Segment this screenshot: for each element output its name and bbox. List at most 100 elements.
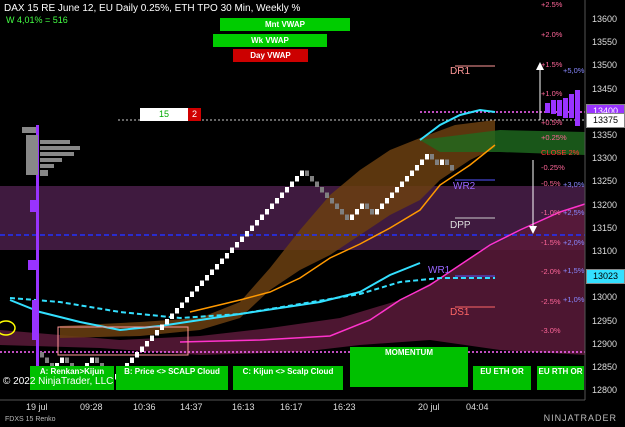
renko-brick-up	[260, 214, 264, 220]
renko-brick-down	[345, 214, 349, 220]
renko-brick-up	[205, 275, 209, 281]
renko-brick-down	[65, 357, 69, 363]
renko-brick-down	[330, 198, 334, 204]
pct-plus-0-25: +0.25%	[541, 133, 567, 142]
ds1-label: DS1	[450, 307, 470, 318]
price-tick-label: 13200	[592, 199, 618, 210]
renko-brick-up	[270, 203, 274, 209]
renko-brick-down	[320, 187, 324, 193]
renko-brick-down	[445, 159, 449, 165]
price-tag-current: 13375	[586, 113, 625, 128]
pct-plus-0-5: +0.5%	[541, 118, 563, 127]
time-tick-label: 16:17	[280, 402, 303, 412]
renko-brick-up	[285, 187, 289, 193]
pct-plus-1-5: +1.5%	[541, 60, 563, 69]
renko-brick-up	[135, 352, 139, 358]
renko-brick-down	[340, 209, 344, 215]
renko-brick-up	[420, 159, 424, 165]
renko-brick-up	[185, 297, 189, 303]
renko-brick-down	[335, 203, 339, 209]
counter-left: 15	[140, 108, 188, 121]
time-tick-label: 04:04	[466, 402, 489, 412]
weekly-range-label: W 4,01% = 516	[6, 15, 68, 25]
renko-brick-up	[175, 308, 179, 314]
renko-brick-up	[390, 192, 394, 198]
weekly-vwap-button[interactable]: Wk VWAP	[213, 34, 327, 47]
weekly-pct-2-0: +2,0%	[563, 238, 585, 247]
renko-brick-up	[405, 176, 409, 182]
weekly-pct-3-0: +3,0%	[563, 180, 585, 189]
pct-minus-0-25: -0.25%	[541, 163, 565, 172]
renko-brick-up	[425, 154, 429, 160]
time-tick-label: 19 jul	[26, 402, 48, 412]
weekly-pct-5-0: +5,0%	[563, 66, 585, 75]
copyright-text: © 2022 NinjaTrader, LLC	[3, 376, 114, 387]
momentum-button[interactable]: MOMENTUM	[350, 347, 468, 387]
price-tick-label: 12900	[592, 338, 618, 349]
renko-brick-up	[155, 330, 159, 336]
price-scalp-cloud-button[interactable]: B: Price <> SCALP Cloud	[116, 366, 228, 390]
renko-brick-down	[315, 181, 319, 187]
price-tick-label: 13150	[592, 222, 618, 233]
chart-area[interactable]	[0, 0, 625, 427]
renko-brick-up	[250, 225, 254, 231]
day-vwap-button[interactable]: Day VWAP	[233, 49, 308, 62]
time-tick-label: 16:23	[333, 402, 356, 412]
renko-brick-down	[40, 352, 44, 358]
price-tick-label: 13000	[592, 292, 618, 303]
price-tick-label: 13550	[592, 37, 618, 48]
pct-minus-1-0: -1.0%	[541, 208, 561, 217]
price-tick-label: 12800	[592, 385, 618, 396]
wr2-label: WR2	[453, 181, 476, 192]
counter-right: 2	[188, 108, 201, 121]
time-tick-label: 09:28	[80, 402, 103, 412]
renko-brick-up	[140, 346, 144, 352]
renko-brick-up	[220, 258, 224, 264]
renko-brick-up	[360, 203, 364, 209]
renko-brick-down	[365, 203, 369, 209]
renko-brick-up	[180, 302, 184, 308]
time-tick-label: 14:37	[180, 402, 203, 412]
price-tick-label: 13250	[592, 176, 618, 187]
weekly-pct-1-5: +1,5%	[563, 266, 585, 275]
pct-plus-1-0: +1.0%	[541, 89, 563, 98]
renko-brick-down	[450, 165, 454, 171]
time-tick-label: 20 jul	[418, 402, 440, 412]
price-tick-label: 13100	[592, 246, 618, 256]
price-tick-label: 12950	[592, 315, 618, 326]
renko-brick-up	[355, 209, 359, 215]
eu-rth-or-button[interactable]: EU RTH OR	[537, 366, 584, 390]
eu-eth-or-button[interactable]: EU ETH OR	[473, 366, 531, 390]
time-tick-label: 10:36	[133, 402, 156, 412]
renko-brick-down	[95, 357, 99, 363]
pct-minus-2-0: -2.0%	[541, 267, 561, 276]
renko-brick-up	[245, 231, 249, 237]
renko-brick-down	[435, 159, 439, 165]
renko-brick-up	[60, 357, 64, 363]
pct-minus-2-5: -2.5%	[541, 297, 561, 306]
weekly-pct-2-5: +2,5%	[563, 208, 585, 217]
monthly-vwap-button[interactable]: Mnt VWAP	[220, 18, 350, 31]
price-tick-label: 12850	[592, 362, 618, 372]
kijun-scalp-cloud-button[interactable]: C: Kijun <> Scalp Cloud	[233, 366, 343, 390]
chart-title: DAX 15 RE June 12, EU Daily 0.25%, ETH T…	[4, 3, 301, 14]
renko-brick-up	[170, 313, 174, 319]
renko-brick-up	[90, 357, 94, 363]
renko-brick-up	[410, 170, 414, 176]
renko-brick-up	[385, 198, 389, 204]
dr1-label: DR1	[450, 66, 471, 77]
renko-brick-up	[295, 176, 299, 182]
pct-minus-1-5: -1.5%	[541, 238, 561, 247]
renko-brick-up	[215, 264, 219, 270]
pct-minus-3-0: -3.0%	[541, 326, 561, 335]
wr1-label: WR1	[428, 265, 451, 276]
renko-brick-up	[280, 192, 284, 198]
instrument-footer: FDXS 15 Renko	[5, 416, 56, 423]
renko-brick-up	[265, 209, 269, 215]
pct-plus-2-5: +2.5%	[541, 0, 563, 9]
renko-brick-up	[240, 236, 244, 242]
pct-plus-2-0: +2.0%	[541, 30, 563, 39]
renko-brick-up	[375, 209, 379, 215]
renko-brick-down	[325, 192, 329, 198]
renko-brick-up	[395, 187, 399, 193]
